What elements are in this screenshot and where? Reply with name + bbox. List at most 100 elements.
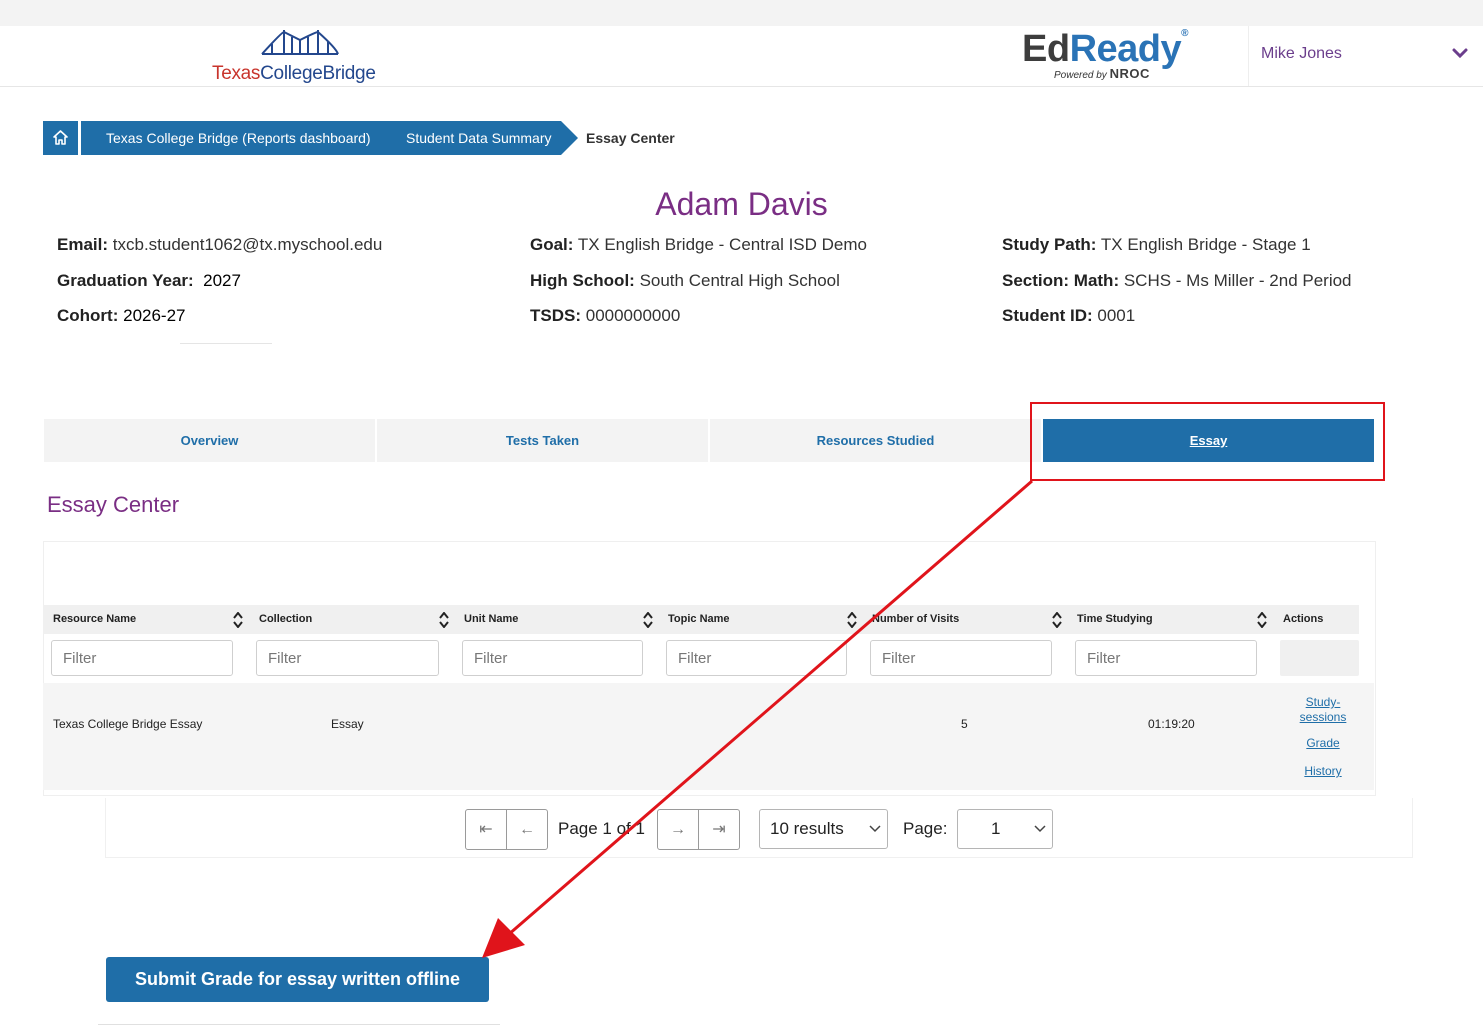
info-cohort: Cohort: 2026-27 — [57, 306, 186, 326]
info-label: TSDS: — [530, 306, 581, 325]
logo-texas-college-bridge[interactable]: TexasCollegeBridge — [212, 63, 376, 85]
first-page-button[interactable]: ⇤ — [466, 810, 506, 849]
logo-text-texas: Texas — [212, 63, 261, 84]
info-value: 2027 — [203, 271, 241, 290]
filter-placeholder-actions — [1280, 640, 1359, 676]
sort-icon[interactable] — [233, 612, 243, 628]
info-student-id: Student ID: 0001 — [1002, 306, 1135, 326]
column-header-topic-name[interactable]: Topic Name — [668, 605, 730, 634]
info-email: Email: txcb.student1062@tx.myschool.edu — [57, 235, 382, 255]
sort-icon[interactable] — [643, 612, 653, 628]
tab-resources-studied[interactable]: Resources Studied — [710, 419, 1041, 462]
student-name: Adam Davis — [655, 186, 828, 222]
filter-input-time-studying[interactable] — [1075, 640, 1257, 676]
info-value: SCHS - Ms Miller - 2nd Period — [1123, 271, 1352, 290]
page-indicator: Page 1 of 1 — [558, 819, 645, 838]
pager-first-prev-group: ⇤ ← — [465, 809, 548, 850]
page-select-label: Page: — [903, 819, 948, 838]
breadcrumb-reports-dashboard[interactable]: Texas College Bridge (Reports dashboard) — [81, 121, 381, 155]
filter-input-number-of-visits[interactable] — [870, 640, 1052, 676]
powered-by-brand: NROC — [1109, 66, 1150, 81]
filter-input-unit-name[interactable] — [462, 640, 643, 676]
user-menu[interactable]: Mike Jones — [1248, 26, 1483, 86]
filter-input-resource-name[interactable] — [51, 640, 233, 676]
cell-number-of-visits: 5 — [961, 717, 968, 731]
info-tsds: TSDS: 0000000000 — [530, 306, 680, 326]
column-header-resource-name[interactable]: Resource Name — [53, 605, 136, 634]
info-value: 2026-27 — [123, 306, 186, 325]
divider — [98, 1024, 500, 1025]
logo-edready[interactable]: EdReady® — [1022, 28, 1188, 71]
chevron-down-icon[interactable] — [1451, 44, 1469, 62]
tab-tests-taken[interactable]: Tests Taken — [377, 419, 708, 462]
next-page-button[interactable]: → — [658, 810, 698, 849]
info-label: Email: — [57, 235, 109, 254]
info-study-path: Study Path: TX English Bridge - Stage 1 — [1002, 235, 1311, 255]
divider — [180, 343, 272, 344]
user-name: Mike Jones — [1261, 45, 1342, 62]
table-header: Resource Name Collection Unit Name Topic… — [43, 605, 1359, 634]
sort-icon[interactable] — [847, 612, 857, 628]
action-grade-link[interactable]: Grade — [1295, 736, 1351, 750]
tab-overview[interactable]: Overview — [44, 419, 375, 462]
annotation-highlight-box — [1030, 402, 1385, 481]
info-value: txcb.student1062@tx.myschool.edu — [112, 235, 383, 254]
chevron-down-icon — [1034, 825, 1046, 833]
link-text: Study- — [1305, 695, 1341, 709]
logo-text-collegebridge: CollegeBridge — [260, 63, 376, 84]
powered-by: Powered by NROC — [1054, 66, 1150, 81]
action-history-link[interactable]: History — [1295, 764, 1351, 778]
filter-input-topic-name[interactable] — [666, 640, 847, 676]
breadcrumb-arrow — [561, 121, 578, 155]
pager-next-last-group: → ⇥ — [657, 809, 740, 850]
info-label: Graduation Year: — [57, 271, 194, 290]
info-label: Goal: — [530, 235, 574, 254]
sort-icon[interactable] — [439, 612, 449, 628]
logo-text-ed: Ed — [1022, 28, 1070, 70]
submit-offline-grade-button[interactable]: Submit Grade for essay written offline — [106, 957, 489, 1002]
filter-input-collection[interactable] — [256, 640, 439, 676]
logo-trademark: ® — [1181, 28, 1188, 39]
breadcrumb-student-data-summary[interactable]: Student Data Summary — [381, 121, 561, 155]
results-per-page-select[interactable]: 10 results — [759, 809, 888, 849]
info-label: Cohort: — [57, 306, 119, 325]
info-label: High School: — [530, 271, 635, 290]
column-header-actions: Actions — [1283, 613, 1324, 625]
chevron-down-icon — [869, 825, 881, 833]
table-row: Texas College Bridge Essay Essay 5 01:19… — [43, 683, 1374, 790]
page-number-select[interactable]: 1 — [957, 809, 1053, 849]
info-value: TX English Bridge - Central ISD Demo — [577, 235, 867, 254]
info-goal: Goal: TX English Bridge - Central ISD De… — [530, 235, 867, 255]
breadcrumb-current: Essay Center — [586, 130, 675, 146]
info-graduation-year: Graduation Year: 2027 — [57, 271, 241, 291]
sort-icon[interactable] — [1052, 612, 1062, 628]
info-label: Study Path: — [1002, 235, 1097, 254]
home-icon — [53, 130, 68, 145]
column-header-collection[interactable]: Collection — [259, 605, 312, 634]
breadcrumb-home[interactable] — [43, 121, 78, 155]
cell-time-studying: 01:19:20 — [1148, 717, 1195, 731]
cell-collection: Essay — [331, 717, 364, 731]
info-value: South Central High School — [639, 271, 840, 290]
info-value: TX English Bridge - Stage 1 — [1100, 235, 1311, 254]
info-label: Student ID: — [1002, 306, 1093, 325]
logo-text-ready: Ready — [1069, 28, 1182, 70]
info-value: 0001 — [1097, 306, 1136, 325]
select-value: 1 — [991, 819, 1001, 838]
top-strip — [0, 0, 1483, 26]
section-title: Essay Center — [47, 492, 180, 517]
column-header-unit-name[interactable]: Unit Name — [464, 605, 518, 634]
last-page-button[interactable]: ⇥ — [698, 810, 739, 849]
action-study-sessions-link[interactable]: Study-sessions — [1295, 695, 1351, 725]
prev-page-button[interactable]: ← — [506, 810, 547, 849]
cell-resource-name: Texas College Bridge Essay — [53, 717, 203, 731]
link-text: sessions — [1299, 710, 1347, 724]
column-header-number-of-visits[interactable]: Number of Visits — [872, 605, 959, 634]
powered-by-text: Powered by — [1054, 70, 1107, 81]
column-header-time-studying[interactable]: Time Studying — [1077, 605, 1153, 634]
info-label: Section: Math: — [1002, 271, 1120, 290]
info-section: Section: Math: SCHS - Ms Miller - 2nd Pe… — [1002, 271, 1352, 291]
sort-icon[interactable] — [1257, 612, 1267, 628]
info-value: 0000000000 — [585, 306, 681, 325]
info-high-school: High School: South Central High School — [530, 271, 840, 291]
